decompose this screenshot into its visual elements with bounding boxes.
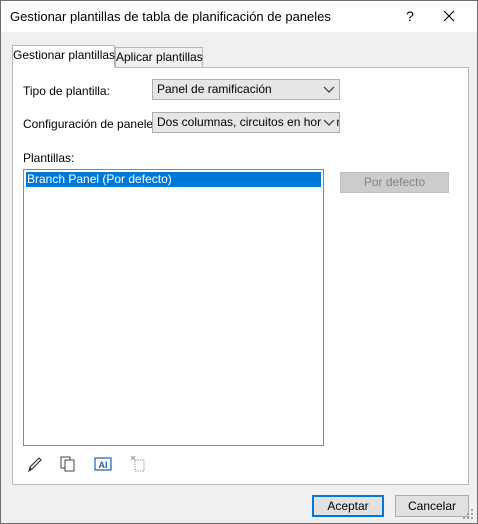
template-type-value: Panel de ramificación	[157, 82, 272, 96]
delete-icon[interactable]	[129, 454, 149, 474]
close-icon	[443, 10, 455, 22]
ok-button[interactable]: Aceptar	[312, 495, 384, 517]
tab-apply-templates[interactable]: Aplicar plantillas	[115, 47, 203, 68]
svg-text:AI: AI	[99, 460, 108, 470]
resize-grip-icon[interactable]	[462, 508, 474, 520]
templates-list[interactable]: Branch Panel (Por defecto)	[23, 169, 324, 446]
list-item[interactable]: Branch Panel (Por defecto)	[26, 172, 321, 187]
panel-config-select[interactable]: Dos columnas, circuitos en horizon	[152, 112, 340, 133]
close-button[interactable]	[429, 3, 469, 29]
cancel-button[interactable]: Cancelar	[395, 495, 469, 517]
title-bar: Gestionar plantillas de tabla de planifi…	[1, 1, 477, 32]
tab-manage-templates[interactable]: Gestionar plantillas	[12, 45, 115, 68]
templates-label: Plantillas:	[23, 151, 75, 165]
template-type-select[interactable]: Panel de ramificación	[152, 79, 340, 100]
duplicate-icon[interactable]	[58, 454, 78, 474]
chevron-down-icon	[323, 86, 335, 93]
window-title: Gestionar plantillas de tabla de planifi…	[10, 9, 331, 24]
rename-icon[interactable]: AI	[93, 454, 113, 474]
manage-templates-dialog: Gestionar plantillas de tabla de planifi…	[0, 0, 478, 524]
chevron-down-icon	[322, 113, 336, 132]
set-default-button[interactable]: Por defecto	[340, 172, 449, 193]
help-button[interactable]: ?	[397, 5, 423, 27]
panel-config-label: Configuración de paneles:	[23, 117, 163, 131]
panel-config-value: Dos columnas, circuitos en horizon	[157, 115, 340, 129]
template-type-label: Tipo de plantilla:	[23, 84, 110, 98]
edit-pencil-icon[interactable]	[25, 454, 45, 474]
